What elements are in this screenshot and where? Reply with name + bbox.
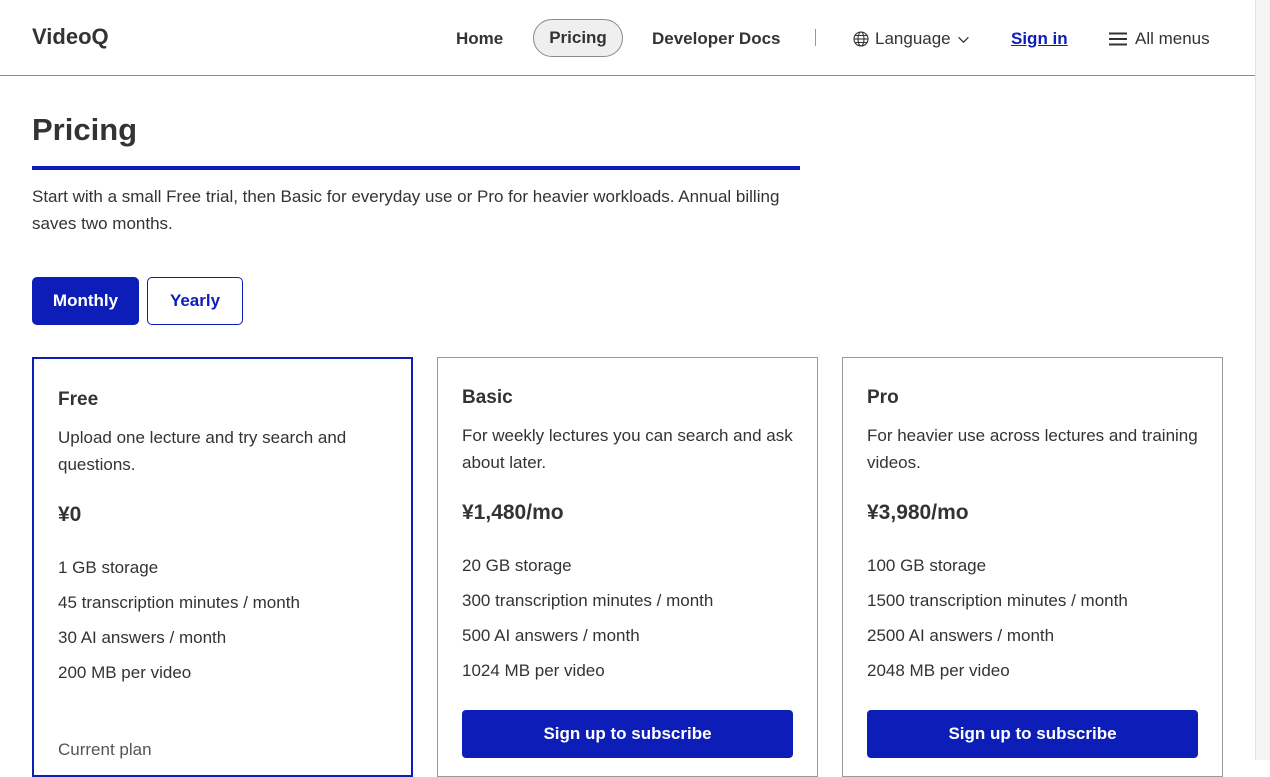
feature-item: 2048 MB per video	[867, 661, 1010, 680]
feature-item: 1024 MB per video	[462, 661, 605, 680]
chevron-down-icon	[957, 36, 969, 43]
plan-price: ¥1,480/mo	[462, 501, 564, 524]
feature-item: 100 GB storage	[867, 556, 987, 575]
billing-yearly-button[interactable]: Yearly	[147, 277, 243, 325]
plan-name: Free	[58, 389, 99, 410]
feature-item: 1500 transcription minutes / month	[867, 591, 1128, 610]
subscribe-pro-button[interactable]: Sign up to subscribe	[867, 710, 1198, 758]
plan-name: Pro	[867, 387, 899, 408]
menu-icon	[1109, 32, 1127, 46]
nav-divider	[815, 29, 816, 46]
page-scrollbar[interactable]	[1255, 0, 1270, 760]
all-menus-label: All menus	[1135, 29, 1210, 48]
feature-item: 500 AI answers / month	[462, 626, 640, 645]
brand-logo[interactable]: VideoQ	[32, 24, 109, 50]
feature-item: 1 GB storage	[58, 558, 159, 577]
plan-features: 100 GB storage 1500 transcription minute…	[867, 548, 1202, 688]
plan-card-free: Free Upload one lecture and try search a…	[32, 357, 413, 777]
nav-pricing-link[interactable]: Pricing	[533, 19, 623, 57]
plan-card-pro: Pro For heavier use across lectures and …	[842, 357, 1223, 777]
billing-monthly-button[interactable]: Monthly	[32, 277, 139, 325]
subscribe-basic-button[interactable]: Sign up to subscribe	[462, 710, 793, 758]
site-header: VideoQ Home Pricing Developer Docs Langu…	[0, 0, 1255, 76]
sign-in-link[interactable]: Sign in	[1011, 29, 1068, 49]
all-menus-button[interactable]: All menus	[1109, 29, 1210, 49]
title-underline	[32, 166, 800, 170]
feature-item: 200 MB per video	[58, 663, 192, 682]
plan-description: For heavier use across lectures and trai…	[867, 426, 1198, 472]
plan-description: For weekly lectures you can search and a…	[462, 426, 793, 472]
pricing-intro: Start with a small Free trial, then Basi…	[32, 187, 780, 233]
plan-price: ¥3,980/mo	[867, 501, 969, 524]
plan-description: Upload one lecture and try search and qu…	[58, 428, 347, 474]
nav-developer-docs-link[interactable]: Developer Docs	[652, 29, 781, 49]
feature-item: 2500 AI answers / month	[867, 626, 1055, 645]
nav-home-link[interactable]: Home	[456, 29, 503, 49]
plan-price: ¥0	[58, 503, 82, 526]
plan-features: 20 GB storage 300 transcription minutes …	[462, 548, 797, 688]
page-title: Pricing	[32, 112, 138, 147]
globe-icon	[853, 31, 869, 47]
feature-item: 300 transcription minutes / month	[462, 591, 714, 610]
language-label: Language	[875, 29, 951, 48]
feature-item: 45 transcription minutes / month	[58, 593, 300, 612]
feature-item: 30 AI answers / month	[58, 628, 227, 647]
language-selector[interactable]: Language	[853, 29, 970, 49]
current-plan-label: Current plan	[58, 740, 152, 759]
plan-card-basic: Basic For weekly lectures you can search…	[437, 357, 818, 777]
plan-name: Basic	[462, 387, 513, 408]
feature-item: 20 GB storage	[462, 556, 572, 575]
plan-features: 1 GB storage 45 transcription minutes / …	[58, 550, 393, 690]
